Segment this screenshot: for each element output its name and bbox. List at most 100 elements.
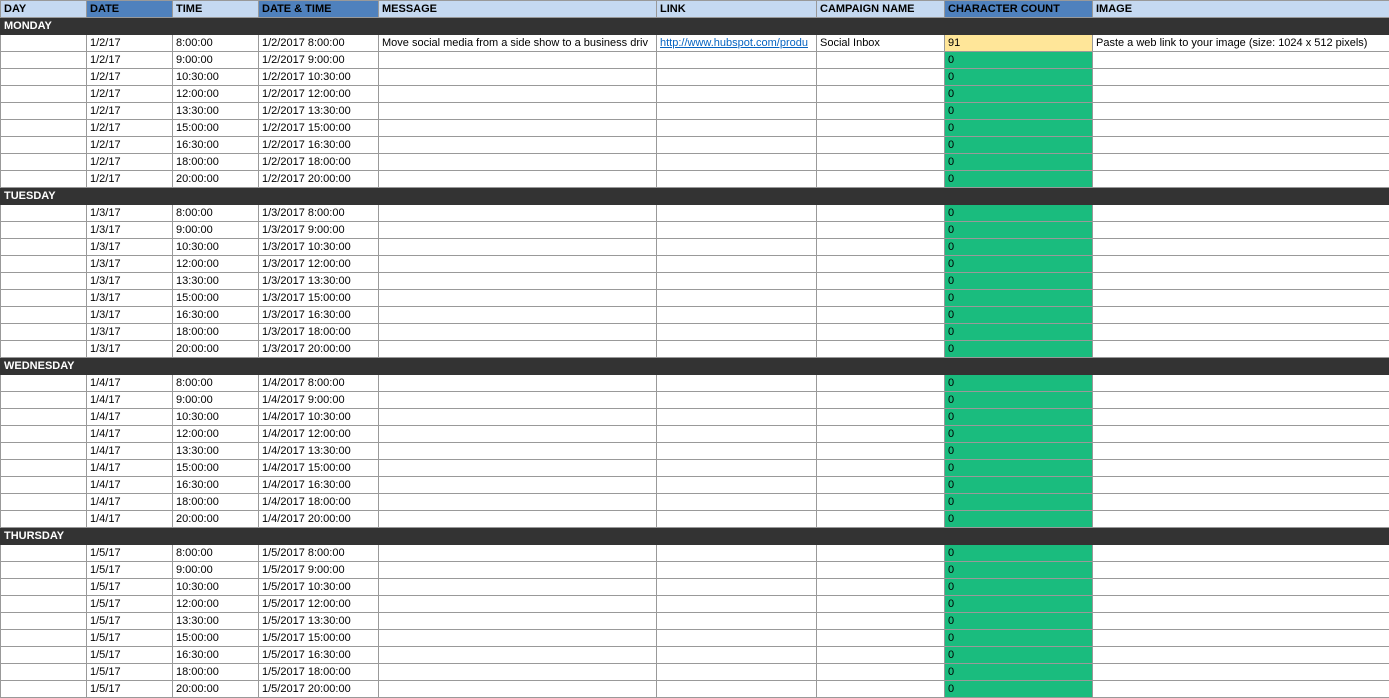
cell-day[interactable] (1, 664, 87, 681)
cell-date[interactable]: 1/2/17 (87, 103, 173, 120)
cell-message[interactable] (379, 290, 657, 307)
cell-link[interactable] (657, 494, 817, 511)
cell-date[interactable]: 1/4/17 (87, 443, 173, 460)
cell-char-count[interactable]: 0 (945, 681, 1093, 698)
cell-campaign[interactable] (817, 477, 945, 494)
cell-char-count[interactable]: 0 (945, 52, 1093, 69)
cell-image[interactable] (1093, 647, 1389, 664)
cell-datetime[interactable]: 1/2/2017 13:30:00 (259, 103, 379, 120)
cell-day[interactable] (1, 477, 87, 494)
cell-message[interactable] (379, 52, 657, 69)
cell-time[interactable]: 16:30:00 (173, 137, 259, 154)
cell-char-count[interactable]: 0 (945, 273, 1093, 290)
cell-image[interactable] (1093, 664, 1389, 681)
cell-date[interactable]: 1/3/17 (87, 307, 173, 324)
cell-datetime[interactable]: 1/2/2017 20:00:00 (259, 171, 379, 188)
cell-day[interactable] (1, 205, 87, 222)
cell-datetime[interactable]: 1/3/2017 20:00:00 (259, 341, 379, 358)
cell-message[interactable] (379, 579, 657, 596)
cell-time[interactable]: 12:00:00 (173, 426, 259, 443)
cell-image[interactable] (1093, 511, 1389, 528)
cell-datetime[interactable]: 1/4/2017 10:30:00 (259, 409, 379, 426)
cell-datetime[interactable]: 1/2/2017 9:00:00 (259, 52, 379, 69)
cell-link[interactable] (657, 103, 817, 120)
cell-image[interactable] (1093, 69, 1389, 86)
cell-char-count[interactable]: 0 (945, 596, 1093, 613)
cell-image[interactable] (1093, 443, 1389, 460)
cell-char-count[interactable]: 0 (945, 409, 1093, 426)
cell-time[interactable]: 8:00:00 (173, 375, 259, 392)
cell-datetime[interactable]: 1/3/2017 16:30:00 (259, 307, 379, 324)
cell-datetime[interactable]: 1/4/2017 12:00:00 (259, 426, 379, 443)
cell-image[interactable] (1093, 103, 1389, 120)
cell-image[interactable] (1093, 630, 1389, 647)
cell-day[interactable] (1, 120, 87, 137)
cell-datetime[interactable]: 1/5/2017 15:00:00 (259, 630, 379, 647)
cell-time[interactable]: 18:00:00 (173, 154, 259, 171)
cell-datetime[interactable]: 1/5/2017 10:30:00 (259, 579, 379, 596)
cell-campaign[interactable] (817, 154, 945, 171)
cell-char-count[interactable]: 0 (945, 477, 1093, 494)
cell-date[interactable]: 1/4/17 (87, 409, 173, 426)
cell-image[interactable] (1093, 52, 1389, 69)
cell-message[interactable] (379, 426, 657, 443)
cell-link[interactable] (657, 647, 817, 664)
cell-day[interactable] (1, 290, 87, 307)
cell-link[interactable] (657, 681, 817, 698)
cell-day[interactable] (1, 137, 87, 154)
cell-time[interactable]: 18:00:00 (173, 324, 259, 341)
cell-image[interactable] (1093, 426, 1389, 443)
header-day[interactable]: DAY (1, 1, 87, 18)
cell-day[interactable] (1, 103, 87, 120)
cell-date[interactable]: 1/3/17 (87, 205, 173, 222)
cell-day[interactable] (1, 596, 87, 613)
cell-message[interactable] (379, 324, 657, 341)
cell-campaign[interactable] (817, 205, 945, 222)
cell-message[interactable] (379, 392, 657, 409)
cell-image[interactable] (1093, 86, 1389, 103)
cell-date[interactable]: 1/4/17 (87, 426, 173, 443)
cell-char-count[interactable]: 0 (945, 341, 1093, 358)
cell-char-count[interactable]: 0 (945, 69, 1093, 86)
cell-datetime[interactable]: 1/2/2017 16:30:00 (259, 137, 379, 154)
cell-image[interactable] (1093, 154, 1389, 171)
schedule-table[interactable]: DAYDATETIMEDATE & TIMEMESSAGELINKCAMPAIG… (0, 0, 1389, 698)
cell-datetime[interactable]: 1/3/2017 8:00:00 (259, 205, 379, 222)
cell-datetime[interactable]: 1/5/2017 8:00:00 (259, 545, 379, 562)
cell-campaign[interactable] (817, 273, 945, 290)
cell-char-count[interactable]: 0 (945, 205, 1093, 222)
cell-date[interactable]: 1/4/17 (87, 477, 173, 494)
cell-date[interactable]: 1/5/17 (87, 562, 173, 579)
cell-message[interactable] (379, 341, 657, 358)
cell-image[interactable] (1093, 341, 1389, 358)
cell-link[interactable] (657, 324, 817, 341)
cell-char-count[interactable]: 0 (945, 375, 1093, 392)
cell-message[interactable]: Move social media from a side show to a … (379, 35, 657, 52)
cell-link[interactable] (657, 137, 817, 154)
cell-char-count[interactable]: 0 (945, 222, 1093, 239)
cell-date[interactable]: 1/5/17 (87, 664, 173, 681)
cell-date[interactable]: 1/2/17 (87, 154, 173, 171)
link-text[interactable]: http://www.hubspot.com/produ (660, 37, 808, 49)
cell-message[interactable] (379, 69, 657, 86)
cell-char-count[interactable]: 0 (945, 307, 1093, 324)
cell-campaign[interactable] (817, 375, 945, 392)
cell-time[interactable]: 10:30:00 (173, 69, 259, 86)
cell-char-count[interactable]: 0 (945, 545, 1093, 562)
cell-image[interactable] (1093, 494, 1389, 511)
cell-message[interactable] (379, 460, 657, 477)
cell-char-count[interactable]: 0 (945, 426, 1093, 443)
cell-image[interactable] (1093, 477, 1389, 494)
header-message[interactable]: MESSAGE (379, 1, 657, 18)
cell-date[interactable]: 1/2/17 (87, 69, 173, 86)
cell-char-count[interactable]: 0 (945, 494, 1093, 511)
cell-link[interactable] (657, 443, 817, 460)
cell-time[interactable]: 9:00:00 (173, 52, 259, 69)
cell-time[interactable]: 13:30:00 (173, 443, 259, 460)
cell-campaign[interactable] (817, 341, 945, 358)
cell-message[interactable] (379, 630, 657, 647)
cell-link[interactable] (657, 562, 817, 579)
cell-char-count[interactable]: 0 (945, 460, 1093, 477)
cell-message[interactable] (379, 239, 657, 256)
cell-day[interactable] (1, 511, 87, 528)
